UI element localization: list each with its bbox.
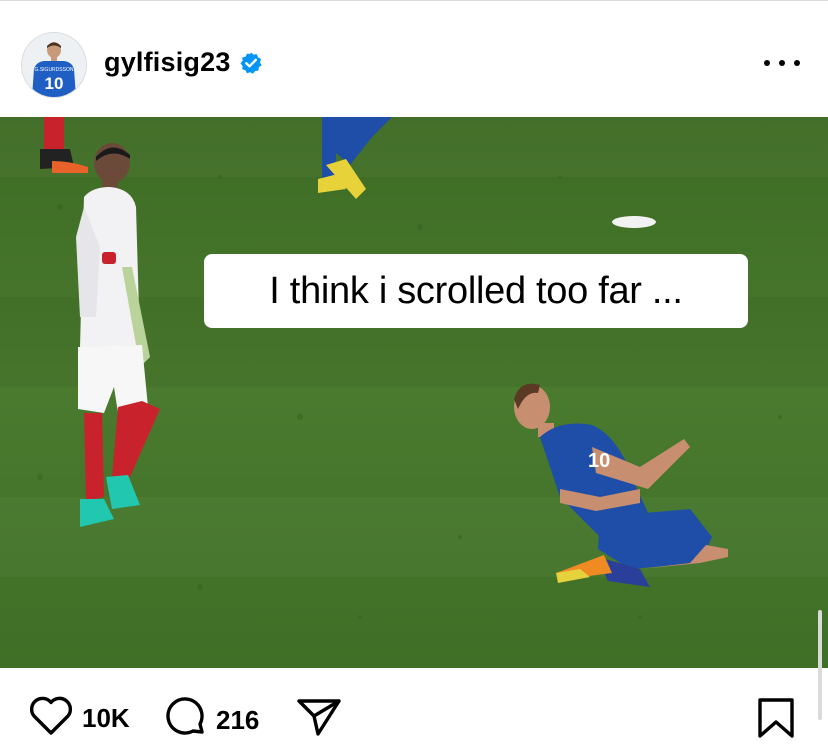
like-count[interactable]: 10K (82, 703, 130, 734)
heart-icon (28, 696, 74, 741)
post-image[interactable]: 10 I think i scrolled too far ... (0, 117, 828, 668)
post-header: G.SIGURDSSON 10 gylfisig23 (0, 1, 828, 117)
avatar-jersey-number: 10 (45, 74, 64, 93)
verified-badge-icon (239, 51, 263, 75)
avatar[interactable]: G.SIGURDSSON 10 (22, 33, 86, 97)
avatar-jersey-name: G.SIGURDSSON (35, 67, 74, 73)
save-button[interactable] (756, 696, 796, 745)
action-bar: 10K 216 (0, 668, 828, 753)
like-button[interactable]: 10K (28, 696, 130, 741)
bookmark-icon (756, 696, 796, 745)
comment-button[interactable]: 216 (162, 696, 259, 745)
scrollbar[interactable] (818, 610, 822, 720)
share-icon (296, 696, 342, 743)
image-caption: I think i scrolled too far ... (204, 254, 748, 328)
comment-icon (162, 696, 208, 745)
comment-count[interactable]: 216 (216, 705, 259, 736)
more-options-icon[interactable] (764, 49, 800, 77)
share-button[interactable] (296, 696, 342, 743)
username[interactable]: gylfisig23 (104, 47, 231, 78)
username-row: gylfisig23 (104, 47, 263, 78)
kneeling-player-number: 10 (588, 450, 610, 472)
